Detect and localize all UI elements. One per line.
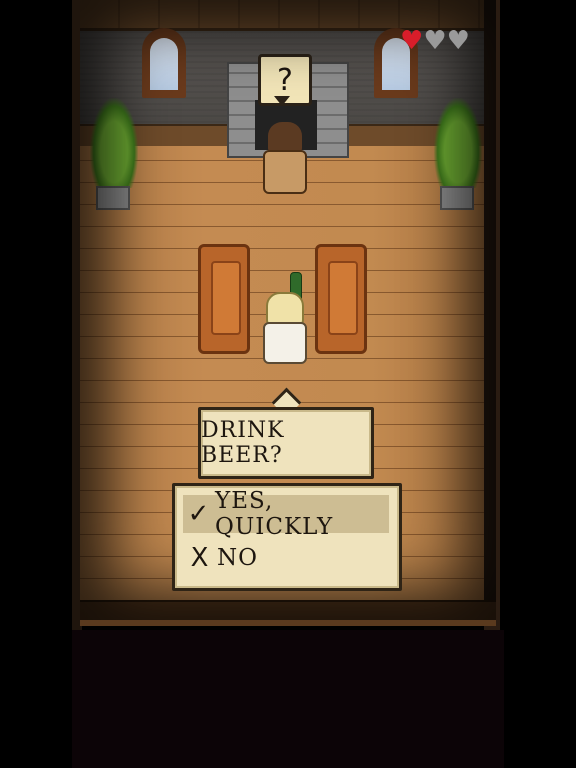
right-plant [434, 98, 482, 188]
choice-menu: ✓ YES, QUICKLY X NO [172, 483, 402, 591]
health-hearts: ♥ ♥ ♥ [400, 28, 470, 54]
x-icon: X [190, 543, 210, 573]
bottom-void [72, 630, 504, 768]
left-couch [198, 244, 250, 354]
couch-cushion [328, 261, 358, 335]
choice-no[interactable]: X NO [183, 539, 389, 577]
choice-label: YES, QUICKLY [215, 488, 334, 540]
choice-yes-quickly[interactable]: ✓ YES, QUICKLY [183, 488, 389, 540]
right-couch [315, 244, 367, 354]
check-icon: ✓ [187, 499, 211, 529]
heart-empty-icon: ♥ [446, 26, 470, 56]
left-window [142, 28, 186, 98]
game-scene: ? ♥ ♥ ♥ DRINK BEER? ✓ YES, QUICKLY X NO [72, 0, 504, 768]
right-wall [484, 0, 500, 630]
heart-empty-icon: ♥ [423, 26, 447, 56]
player-body [263, 322, 307, 364]
speech-bubble-tail [274, 96, 290, 106]
left-plant-pot [96, 186, 130, 210]
right-plant-pot [440, 186, 474, 210]
floor-edge [80, 600, 496, 626]
left-plant [90, 98, 138, 188]
couch-cushion [211, 261, 241, 335]
dialog-prompt: DRINK BEER? [198, 407, 374, 479]
choice-label: NO [217, 545, 258, 571]
heart-full-icon: ♥ [400, 26, 424, 56]
window-glass [150, 38, 178, 90]
npc-body [263, 150, 307, 194]
